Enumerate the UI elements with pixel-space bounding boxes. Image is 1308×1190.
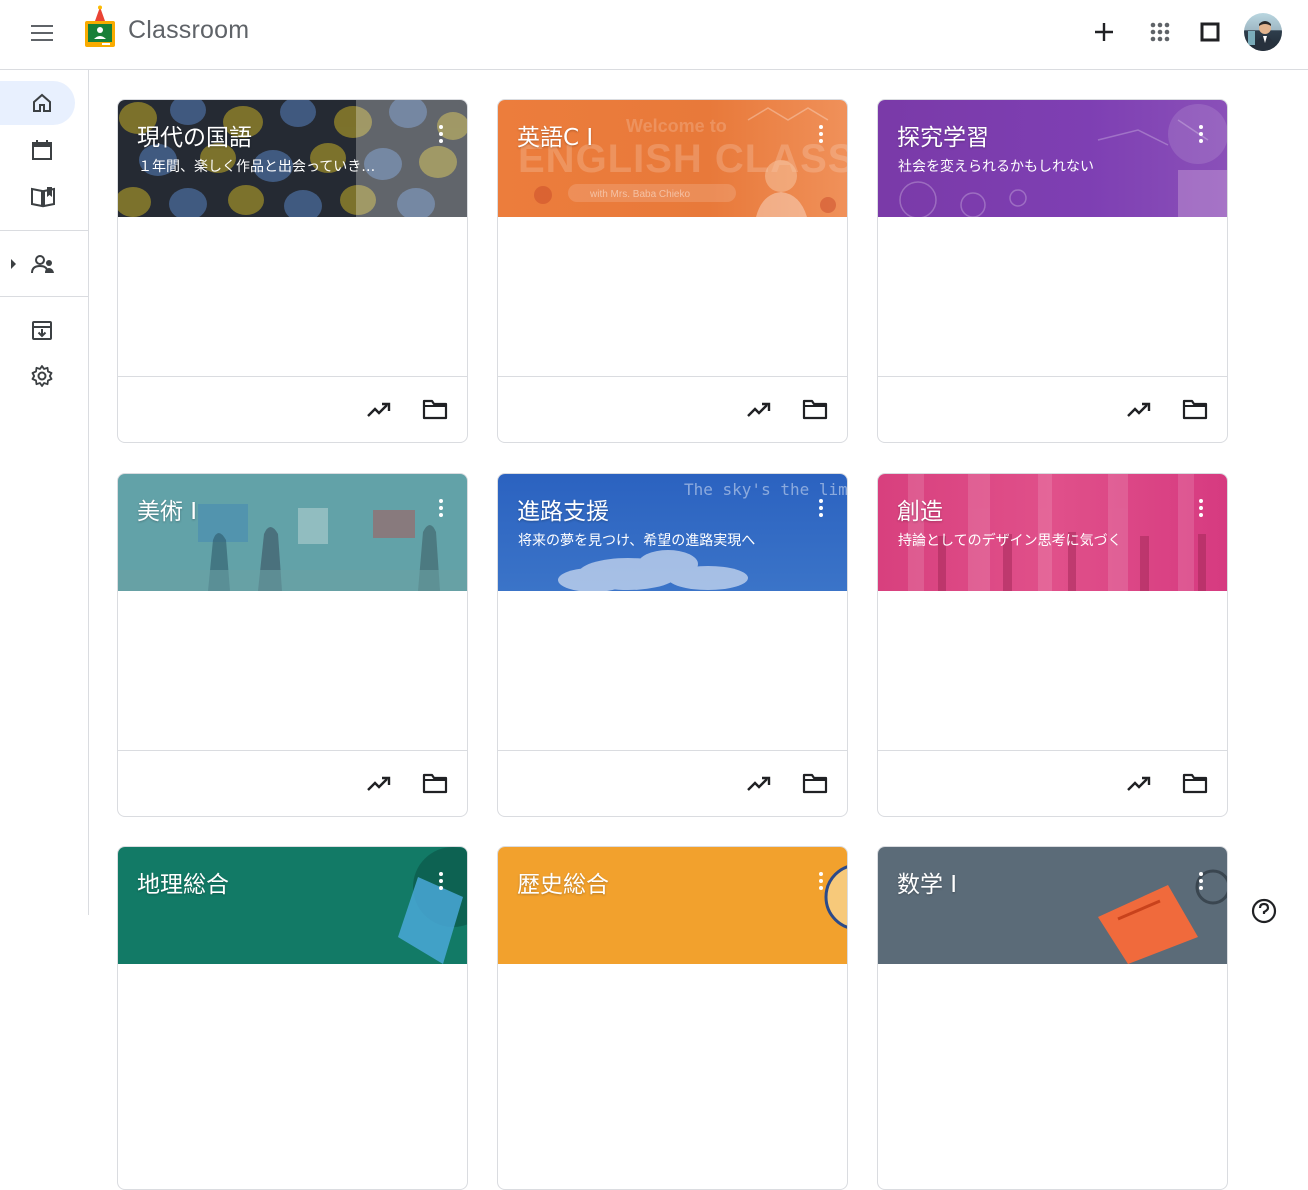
class-card[interactable]: The sky's the limit. 進路支援 将来の夢を見つけ、希望の進路… [497,473,848,817]
class-banner: Welcome to ENGLISH CLASS with Mrs. Baba … [498,100,847,217]
class-card[interactable]: Welcome to ENGLISH CLASS with Mrs. Baba … [497,99,848,443]
calendar-icon[interactable] [0,128,75,172]
class-title[interactable]: 創造 [897,492,943,526]
more-vert-icon[interactable] [1189,122,1213,146]
card-footer [118,750,467,816]
trending-up-icon[interactable] [366,773,392,795]
menu-icon[interactable] [22,15,62,51]
class-banner: 数学 Ⅰ [878,847,1227,964]
trending-up-icon[interactable] [1126,399,1152,421]
class-title[interactable]: 美術 Ⅰ [137,492,197,526]
gear-icon[interactable] [0,354,75,398]
class-title[interactable]: 数学 Ⅰ [897,865,957,899]
class-banner: 美術 Ⅰ [118,474,467,591]
class-card[interactable]: 地理総合 [117,846,468,1190]
plus-icon[interactable] [1087,15,1121,49]
class-banner: 地理総合 [118,847,467,964]
more-vert-icon[interactable] [429,496,453,520]
folder-icon[interactable] [802,397,828,421]
enrolled-classes-item[interactable] [0,242,75,286]
class-title[interactable]: 探究学習 [897,118,989,152]
more-vert-icon[interactable] [1189,869,1213,893]
class-title[interactable]: 現代の国語 [137,118,252,152]
more-vert-icon[interactable] [429,122,453,146]
class-banner: 創造 持論としてのデザイン思考に気づく [878,474,1227,591]
book-icon[interactable] [0,174,75,218]
trending-up-icon[interactable] [366,399,392,421]
card-footer [878,750,1227,816]
svg-text:with Mrs. Baba Chieko: with Mrs. Baba Chieko [589,189,690,200]
class-banner: 探究学習 社会を変えられるかもしれない [878,100,1227,217]
folder-icon[interactable] [1182,771,1208,795]
archive-icon[interactable] [0,308,75,352]
home-icon[interactable] [0,81,75,125]
class-subtitle: 社会を変えられるかもしれない [898,159,1094,175]
card-footer [498,750,847,816]
more-vert-icon[interactable] [809,496,833,520]
more-vert-icon[interactable] [809,122,833,146]
people-icon [31,255,54,274]
folder-icon[interactable] [802,771,828,795]
folder-icon[interactable] [1182,397,1208,421]
class-subtitle: １年間、楽しく作品と出会っていき… [138,159,376,175]
sidebar-divider [0,230,89,231]
class-subtitle: 持論としてのデザイン思考に気づく [898,533,1122,549]
class-title[interactable]: 地理総合 [137,865,229,899]
folder-icon[interactable] [422,397,448,421]
trending-up-icon[interactable] [746,773,772,795]
class-title[interactable]: 進路支援 [517,492,609,526]
classroom-logo[interactable] [82,5,118,49]
class-card[interactable]: 創造 持論としてのデザイン思考に気づく [877,473,1228,817]
trending-up-icon[interactable] [1126,773,1152,795]
class-card[interactable]: 数学 Ⅰ [877,846,1228,1190]
class-card[interactable]: 美術 Ⅰ [117,473,468,817]
banner-image-text: Welcome to [626,116,727,136]
trending-up-icon[interactable] [746,399,772,421]
more-vert-icon[interactable] [429,869,453,893]
navigation-drawer [0,70,89,915]
class-title[interactable]: 英語C Ⅰ [517,118,593,152]
expand-arrow-icon[interactable] [10,258,18,270]
more-vert-icon[interactable] [809,869,833,893]
class-title[interactable]: 歴史総合 [517,865,609,899]
card-footer [878,376,1227,442]
class-card[interactable]: 歴史総合 [497,846,848,1190]
class-card[interactable]: 探究学習 社会を変えられるかもしれない [877,99,1228,443]
card-footer [498,376,847,442]
more-vert-icon[interactable] [1189,496,1213,520]
top-app-bar: Classroom [0,0,1308,70]
apps-grid-icon[interactable] [1143,15,1177,49]
class-subtitle: 将来の夢を見つけ、希望の進路実現へ [518,533,756,549]
sidebar-divider [0,296,89,297]
class-banner: The sky's the limit. 進路支援 将来の夢を見つけ、希望の進路… [498,474,847,591]
card-footer [118,376,467,442]
class-banner: 現代の国語 １年間、楽しく作品と出会っていき… [118,100,467,217]
class-card[interactable]: 現代の国語 １年間、楽しく作品と出会っていき… [117,99,468,443]
app-title[interactable]: Classroom [128,16,249,45]
avatar[interactable] [1244,13,1282,51]
help-icon[interactable] [1250,897,1278,925]
folder-icon[interactable] [422,771,448,795]
square-icon[interactable] [1194,15,1228,49]
class-banner: 歴史総合 [498,847,847,964]
